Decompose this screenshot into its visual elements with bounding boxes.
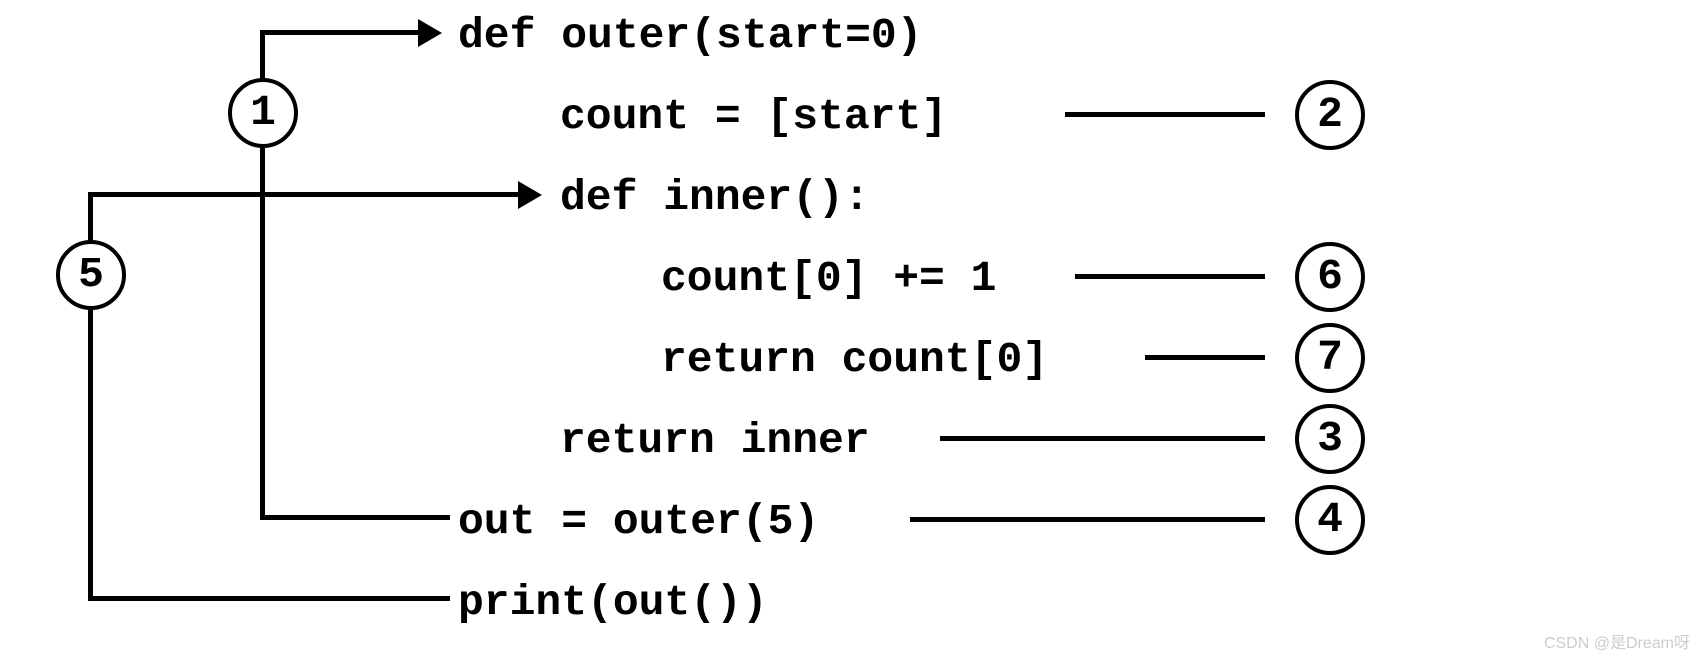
code-line-1: def outer(start=0) bbox=[458, 11, 922, 60]
code-line-2: count = [start] bbox=[560, 92, 947, 141]
connector-1-top-h bbox=[260, 30, 420, 35]
code-line-6: return inner bbox=[560, 416, 870, 465]
code-line-4: count[0] += 1 bbox=[661, 254, 996, 303]
step-circle-2: 2 bbox=[1295, 80, 1365, 150]
step-circle-4: 4 bbox=[1295, 485, 1365, 555]
watermark: CSDN @是Dream呀 bbox=[1544, 629, 1690, 653]
step-circle-1: 1 bbox=[228, 78, 298, 148]
connector-line-7 bbox=[1145, 355, 1265, 360]
connector-5-bottom-h bbox=[88, 596, 450, 601]
code-line-3: def inner(): bbox=[560, 173, 870, 222]
step-circle-3: 3 bbox=[1295, 404, 1365, 474]
code-line-8: print(out()) bbox=[458, 578, 768, 627]
connector-5-top-h bbox=[88, 192, 520, 197]
connector-1-bottom-h bbox=[260, 515, 450, 520]
connector-line-3 bbox=[940, 436, 1265, 441]
code-line-5: return count[0] bbox=[661, 335, 1048, 384]
step-circle-7: 7 bbox=[1295, 323, 1365, 393]
step-circle-6: 6 bbox=[1295, 242, 1365, 312]
step-circle-5: 5 bbox=[56, 240, 126, 310]
connector-line-4 bbox=[910, 517, 1265, 522]
arrowhead-5 bbox=[518, 181, 542, 209]
arrowhead-1 bbox=[418, 19, 442, 47]
connector-line-6 bbox=[1075, 274, 1265, 279]
connector-line-2 bbox=[1065, 112, 1265, 117]
code-line-7: out = outer(5) bbox=[458, 497, 819, 546]
